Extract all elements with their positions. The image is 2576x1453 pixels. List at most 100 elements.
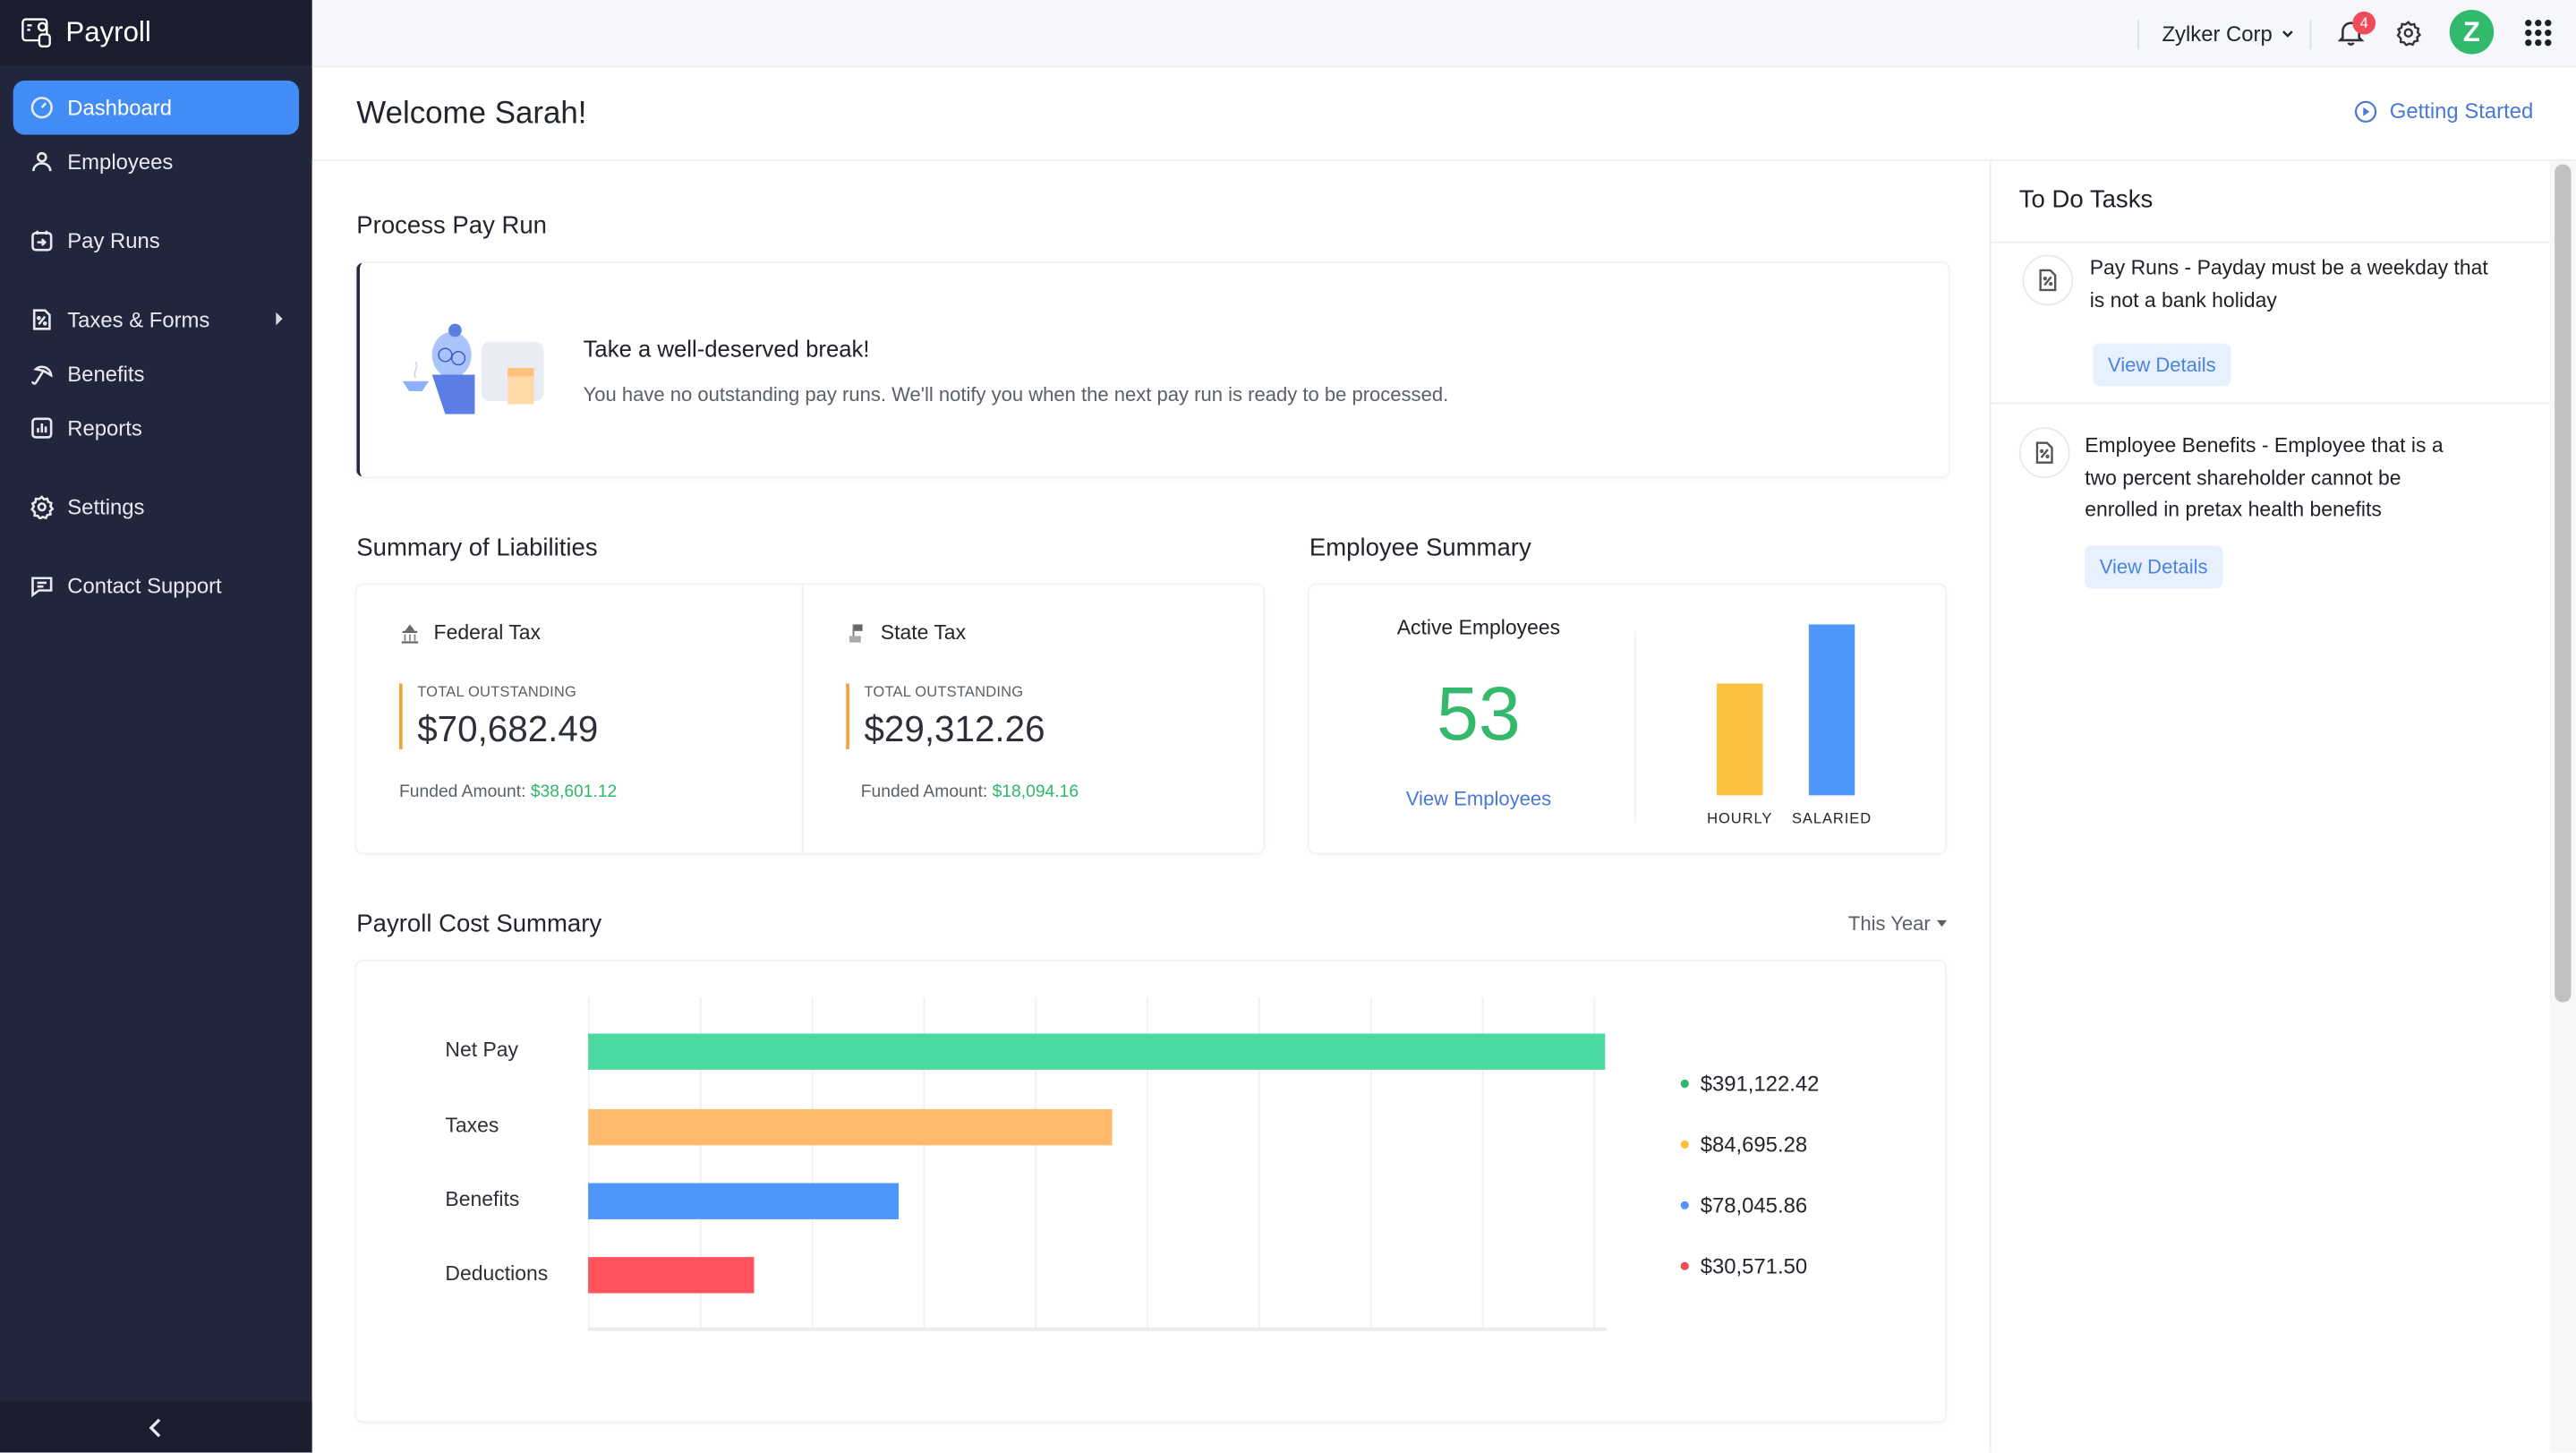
task-icon: [2018, 427, 2070, 479]
task-text: Pay Runs - Payday must be a weekday that…: [2089, 256, 2488, 312]
sidebar-item-label: Taxes & Forms: [67, 307, 210, 332]
state-tax-panel: State Tax TOTAL OUTSTANDING $29,312.26 F…: [801, 585, 1247, 853]
top-bar: Zylker Corp 4 Z: [311, 0, 2576, 68]
payroll-cost-card: Net Pay $391,122.42 Taxes $84,695.28 Benefit…: [356, 961, 1946, 1422]
gear-icon: [30, 495, 55, 520]
settings-button[interactable]: [2395, 20, 2422, 47]
bar-chart-icon: [31, 417, 53, 439]
grid-dot-icon: [2545, 39, 2552, 47]
payroll-cost-title: Payroll Cost Summary: [356, 910, 602, 939]
legend-item: $84,695.28: [1680, 1132, 1807, 1157]
grid-dot-icon: [2545, 30, 2552, 37]
todo-task: Employee Benefits - Employee that is a t…: [1992, 403, 2552, 617]
view-details-button[interactable]: View Details: [2085, 545, 2223, 589]
sidebar-item-benefits[interactable]: Benefits: [13, 346, 299, 401]
process-pay-run-title: Process Pay Run: [356, 211, 548, 240]
payroll-cost-chart: [588, 997, 1608, 1331]
sidebar-item-taxes-forms[interactable]: Taxes & Forms: [13, 293, 299, 347]
legend-dot-icon: [1680, 1079, 1689, 1089]
sidebar-item-employees[interactable]: Employees: [13, 135, 299, 190]
task-icon: [2022, 254, 2074, 306]
cost-bar-taxes[interactable]: [588, 1108, 1113, 1146]
percent-document-icon: [2035, 441, 2053, 464]
user-avatar[interactable]: Z: [2449, 10, 2495, 55]
funded-amount-value: $38,601.12: [530, 782, 618, 802]
brand[interactable]: Payroll: [0, 0, 312, 66]
state-tax-label: State Tax: [880, 620, 967, 645]
active-employees-panel: Active Employees 53 View Employees: [1309, 585, 1634, 852]
liabilities-title: Summary of Liabilities: [356, 534, 598, 562]
percent-document-icon: [2039, 269, 2057, 292]
sidebar-item-label: Dashboard: [67, 95, 173, 120]
legend-value: $391,122.42: [1700, 1071, 1820, 1097]
sidebar-item-label: Benefits: [67, 361, 145, 387]
todo-task: Pay Runs - Payday must be a weekday that…: [1992, 242, 2552, 403]
funded-amount: Funded Amount: $38,601.12: [399, 782, 617, 802]
submenu-caret-icon: [276, 312, 283, 326]
cost-bar-benefits[interactable]: [588, 1183, 900, 1219]
total-outstanding-amount: $29,312.26: [864, 708, 1045, 749]
sidebar-item-contact-support[interactable]: Contact Support: [13, 559, 299, 613]
funded-amount-label: Funded Amount:: [399, 782, 526, 802]
page-title: Welcome Sarah!: [356, 97, 587, 132]
category-label: Deductions: [445, 1261, 549, 1286]
category-label: Net Pay: [445, 1038, 519, 1062]
active-employees-count: 53: [1436, 670, 1521, 756]
sidebar-item-pay-runs[interactable]: Pay Runs: [13, 214, 299, 269]
legend-item: $78,045.86: [1680, 1192, 1808, 1218]
state-flag-icon: [849, 623, 863, 642]
sidebar-item-reports[interactable]: Reports: [13, 401, 299, 456]
scrollbar[interactable]: [2549, 160, 2576, 1453]
total-outstanding-label: TOTAL OUTSTANDING: [417, 683, 577, 700]
payroll-logo-icon: [21, 18, 51, 48]
total-outstanding-label: TOTAL OUTSTANDING: [864, 683, 1024, 700]
view-employees-link[interactable]: View Employees: [1309, 787, 1648, 810]
cost-bar-net-pay[interactable]: [588, 1033, 1606, 1070]
todo-panel: To Do Tasks Pay Runs - Payday must be a …: [1989, 160, 2552, 1453]
legend-item: $391,122.42: [1680, 1071, 1820, 1097]
category-label: Taxes: [445, 1114, 499, 1138]
collapse-sidebar-button[interactable]: [0, 1401, 312, 1453]
grid-dot-icon: [2535, 30, 2542, 37]
legend-value: $78,045.86: [1700, 1192, 1808, 1218]
dashboard-gauge-icon: [30, 97, 53, 119]
task-text: Employee Benefits - Employee that is a t…: [2085, 433, 2444, 521]
funded-amount: Funded Amount: $18,094.16: [861, 782, 1079, 802]
total-outstanding-amount: $70,682.49: [417, 708, 599, 749]
liabilities-card: Federal Tax TOTAL OUTSTANDING $70,682.49…: [356, 585, 1264, 853]
period-dropdown[interactable]: This Year: [1848, 912, 1948, 935]
scrollbar-thumb[interactable]: [2555, 164, 2572, 1003]
play-circle-icon: [2354, 99, 2376, 123]
dashboard-main: Process Pay Run Take a well-deserved bre…: [311, 160, 1988, 1453]
view-details-button[interactable]: View Details: [2093, 343, 2231, 387]
employee-bar-hourly[interactable]: [1717, 683, 1763, 796]
notification-badge: 4: [2352, 11, 2376, 35]
pay-run-status-heading: Take a well-deserved break!: [583, 335, 870, 362]
sidebar-item-label: Reports: [67, 415, 142, 440]
getting-started-link[interactable]: Getting Started: [2353, 98, 2533, 124]
legend-dot-icon: [1680, 1201, 1689, 1209]
sidebar-item-settings[interactable]: Settings: [13, 480, 299, 534]
divider: [1634, 630, 1637, 824]
sidebar-item-label: Employees: [67, 150, 174, 175]
pay-run-status-message: You have no outstanding pay runs. We'll …: [583, 382, 1449, 406]
divider: [2309, 20, 2312, 50]
employee-bar-salaried[interactable]: [1808, 624, 1855, 796]
todo-title: To Do Tasks: [2018, 185, 2154, 214]
funded-amount-label: Funded Amount:: [860, 782, 988, 802]
sidebar-nav: Dashboard Employees Pay Runs Taxes & For…: [0, 65, 312, 612]
chevron-down-icon: [2282, 30, 2294, 38]
gear-icon: [2396, 21, 2422, 47]
sidebar-item-dashboard[interactable]: Dashboard: [13, 80, 300, 135]
employee-summary-card: Active Employees 53 View Employees HOURL…: [1309, 585, 1946, 853]
employee-type-chart: HOURLY SALARIED: [1638, 585, 1945, 852]
cost-bar-deductions[interactable]: [588, 1257, 755, 1294]
federal-tax-heading: Federal Tax: [399, 621, 541, 645]
active-employees-label: Active Employees: [1396, 616, 1561, 639]
person-icon: [32, 151, 52, 172]
sidebar-item-label: Settings: [67, 494, 145, 520]
legend-item: $30,571.50: [1680, 1253, 1807, 1278]
app-launcher-button[interactable]: [2525, 20, 2552, 47]
getting-started-label: Getting Started: [2389, 98, 2534, 124]
organization-switcher[interactable]: Zylker Corp: [2162, 21, 2295, 46]
